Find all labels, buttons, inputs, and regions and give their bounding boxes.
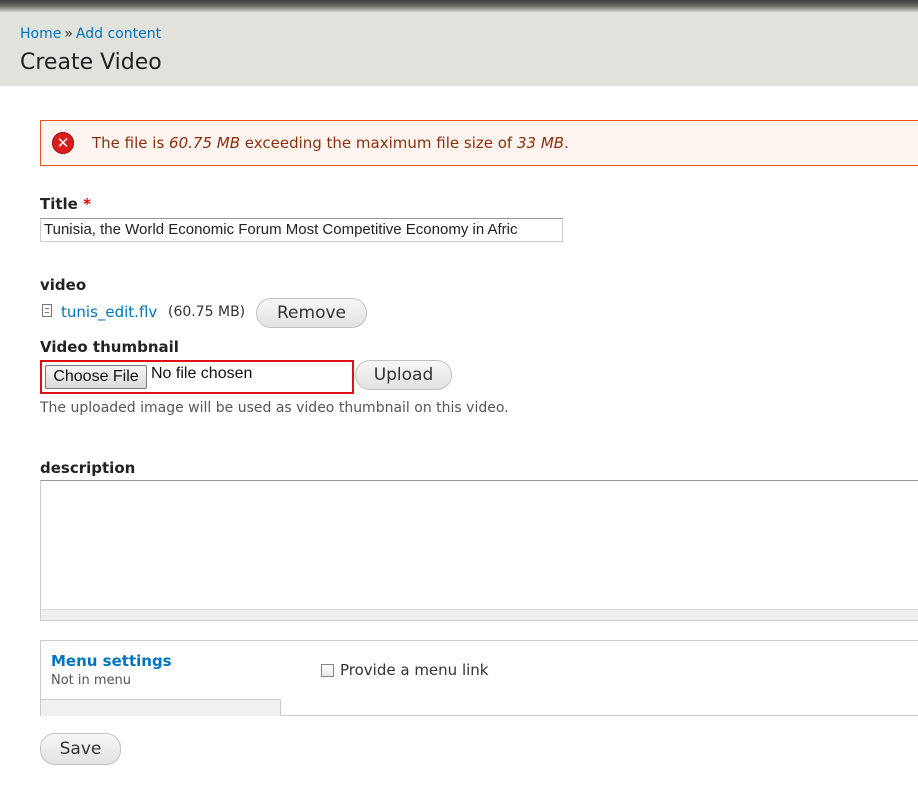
page-header: Home» Add content Create Video (0, 12, 918, 86)
error-middle: exceeding the maximum file size of (244, 134, 513, 152)
save-button[interactable]: Save (40, 733, 121, 765)
description-textarea[interactable] (40, 480, 918, 621)
video-file-size: (60.75 MB) (168, 304, 246, 320)
error-text: The file is 60.75 MB exceeding the maxim… (92, 134, 569, 152)
upload-button[interactable]: Upload (355, 360, 452, 390)
choose-file-button[interactable]: Choose File (45, 365, 147, 389)
error-max-size: 33 MB (516, 134, 565, 152)
no-file-chosen-text: No file chosen (151, 365, 253, 382)
error-file-size: 60.75 MB (169, 134, 240, 152)
error-prefix: The file is (92, 134, 165, 152)
breadcrumb-home-link[interactable]: Home (20, 26, 61, 42)
menu-settings-tab-title[interactable]: Menu settings (51, 652, 172, 670)
error-icon: ✕ (52, 132, 74, 154)
video-file-link[interactable]: tunis_edit.flv (61, 303, 157, 321)
thumbnail-label: Video thumbnail (40, 338, 179, 356)
required-marker: * (83, 195, 91, 213)
breadcrumb: Home» Add content (20, 26, 161, 42)
thumbnail-help-text: The uploaded image will be used as video… (40, 400, 509, 416)
menu-settings-summary: Not in menu (51, 673, 132, 688)
file-icon (42, 304, 52, 317)
description-label: description (40, 459, 136, 477)
title-input[interactable]: Tunisia, the World Economic Forum Most C… (40, 218, 563, 242)
vertical-tab-filler (41, 699, 281, 716)
top-bar (0, 0, 918, 12)
title-label: Title * (40, 195, 91, 213)
thumbnail-file-input[interactable]: Choose File No file chosen (40, 360, 354, 394)
page-title: Create Video (20, 50, 162, 75)
remove-button[interactable]: Remove (256, 298, 367, 328)
vertical-tab-list: Menu settings Not in menu (41, 641, 281, 716)
title-label-text: Title (40, 195, 78, 213)
breadcrumb-separator: » (64, 26, 73, 42)
error-suffix: . (564, 134, 569, 152)
breadcrumb-add-content-link[interactable]: Add content (76, 26, 161, 42)
provide-menu-link-checkbox[interactable] (321, 664, 334, 677)
textarea-resize-handle[interactable] (41, 609, 918, 620)
error-message: ✕ The file is 60.75 MB exceeding the max… (40, 120, 918, 166)
vertical-tabs: Menu settings Not in menu Provide a menu… (40, 640, 918, 716)
provide-menu-link-label[interactable]: Provide a menu link (340, 661, 488, 679)
video-label: video (40, 276, 87, 294)
vertical-tab-menu-settings[interactable]: Menu settings Not in menu (41, 641, 281, 699)
